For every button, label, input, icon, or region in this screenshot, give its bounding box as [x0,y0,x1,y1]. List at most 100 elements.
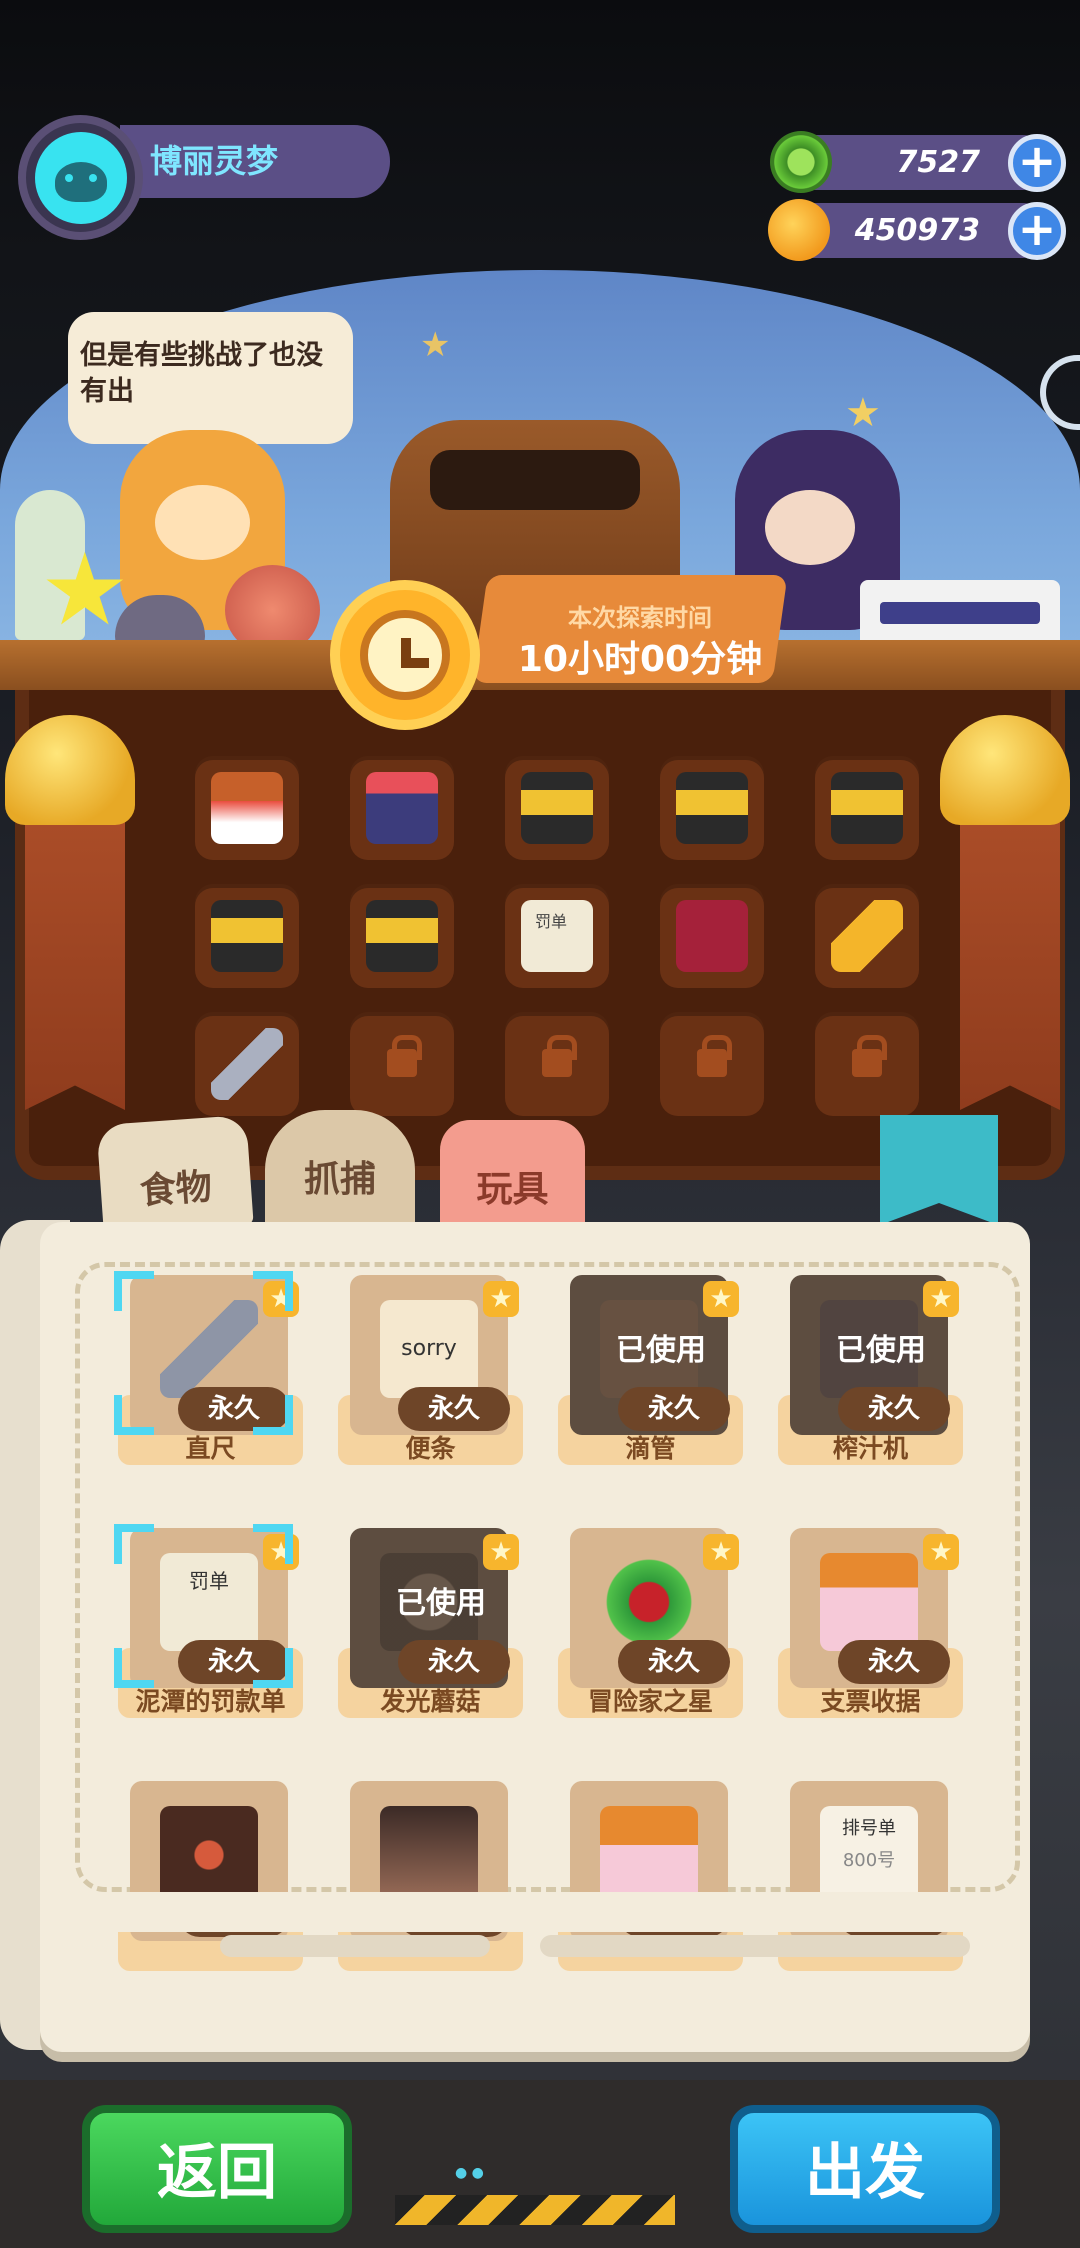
backpack-slot[interactable] [815,756,919,860]
selection-corner [114,1395,154,1435]
envelope-icon [600,1806,698,1904]
tab-food[interactable]: 食物 [96,1114,254,1236]
used-status: 已使用 [396,1586,486,1621]
lock-icon [852,1035,887,1077]
portrait-card-icon [380,1806,478,1904]
star-decoration-icon: ★ [420,325,451,365]
gem-amount: 7527 [896,145,981,180]
coin-amount: 450973 [854,213,980,248]
inventory-item-card[interactable]: 发光蘑菇 已使用 永久 ★ [338,1528,523,1733]
selection-corner [253,1395,293,1435]
add-gems-button[interactable]: + [1008,134,1066,192]
tab-capture[interactable]: 抓捕 [265,1110,415,1235]
backpack-slot [350,1012,454,1116]
lock-icon [387,1035,422,1077]
adventurer-star-icon [600,1553,698,1651]
queue-ticket-number: 800号 [842,1850,896,1871]
ticket-word: 罚单 [189,1569,229,1593]
ruler-icon [160,1300,258,1398]
forbidden-box-icon [160,1806,258,1904]
inventory-item-card[interactable]: 直尺 永久 ★ [114,1271,303,1480]
ticket-document-icon: 罚单 [521,900,593,972]
forever-badge: 永久 [398,1640,510,1684]
tab-capture-label: 抓捕 [303,1159,376,1200]
star-rank-icon: ★ [923,1534,959,1570]
used-status: 已使用 [616,1333,706,1368]
inventory-item-card[interactable]: 泥潭的罚款单 罚单 永久 ★ [114,1524,303,1733]
backpack-slot[interactable] [195,1012,299,1116]
tab-food-label: 食物 [138,1166,214,1213]
star-rank-icon: ★ [703,1534,739,1570]
selection-corner [114,1524,154,1564]
inventory-item-card[interactable]: 便条 sorry 永久 ★ [338,1275,523,1480]
toolbox-icon [366,900,438,972]
star-rank-icon: ★ [483,1534,519,1570]
star-rank-icon: ★ [923,1281,959,1317]
depart-button[interactable]: 出发 [730,2105,1000,2233]
check-receipt-icon [820,1553,918,1651]
backpack-slot[interactable] [660,884,764,988]
selection-corner [253,1524,293,1564]
flashlight-icon [831,900,903,972]
ticket-word: 罚单 [535,912,568,931]
speech-text: 但是有些挑战了也没有出 [80,340,323,407]
backpack-slot[interactable] [815,884,919,988]
selection-corner [253,1648,293,1688]
backpack-slot[interactable] [350,884,454,988]
queue-ticket-icon: 排号单 800号 [820,1806,918,1904]
used-status: 已使用 [836,1333,926,1368]
fine-ticket-icon: 罚单 [160,1553,258,1651]
selection-corner [253,1271,293,1311]
toolbox-icon [831,772,903,844]
planet-coin-icon [768,199,830,261]
speech-bubble: 但是有些挑战了也没有出 [68,312,353,444]
red-pouch-icon [676,900,748,972]
selection-corner [114,1271,154,1311]
inventory-scroll-mask [75,1892,1020,1932]
player-avatar[interactable] [18,115,143,240]
back-button[interactable]: 返回 [82,2105,352,2233]
backpack-slot[interactable] [350,756,454,860]
hazard-stripe [395,2195,675,2225]
peeking-eyes-icon: ● ● [455,2165,484,2181]
selection-corner [114,1648,154,1688]
backpack-slot[interactable]: 罚单 [505,884,609,988]
toolbox-icon [676,772,748,844]
back-button-label: 返回 [157,2138,277,2208]
star-decoration-icon: ★ [845,390,881,436]
blurred-hint-text [220,1935,490,1957]
inventory-item-card[interactable]: 滴管 已使用 永久 ★ [558,1275,743,1480]
inventory-item-card[interactable]: 支票收据 永久 ★ [778,1528,963,1733]
backpack-slot [505,1012,609,1116]
sorry-note-icon: sorry [380,1300,478,1398]
bookmark-ribbon-icon[interactable] [880,1115,998,1225]
inventory-item-card[interactable]: 冒险家之星 永久 ★ [558,1528,743,1733]
donut-gem-icon [770,131,832,193]
lock-icon [542,1035,577,1077]
lock-icon [697,1035,732,1077]
plus-icon: + [1017,202,1057,256]
tab-toy[interactable]: 玩具 [440,1120,585,1230]
player-name-plate: 博丽灵梦 [120,125,390,198]
backpack-slot [815,1012,919,1116]
note-word: sorry [401,1336,457,1361]
star-rank-icon: ★ [483,1281,519,1317]
queue-ticket-title: 排号单 [842,1818,896,1839]
exploration-time-label: 本次探索时间 [568,604,712,632]
backpack-slot[interactable] [660,756,764,860]
toolbox-icon [211,900,283,972]
inventory-item-card[interactable]: 榨汁机 已使用 永久 ★ [778,1275,963,1480]
backpack-slot [660,1012,764,1116]
game-screen: { "player":{"name":"博丽灵梦"}, "currency":{… [0,0,1080,2248]
depart-button-label: 出发 [805,2138,925,2208]
add-coins-button[interactable]: + [1008,202,1066,260]
forever-badge: 永久 [398,1387,510,1431]
forever-badge: 永久 [618,1387,730,1431]
backpack-slot[interactable] [505,756,609,860]
player-name: 博丽灵梦 [150,142,279,180]
backpack-slot[interactable] [195,884,299,988]
star-rank-icon: ★ [703,1281,739,1317]
fried-chicken-bucket-icon [211,772,283,844]
backpack-slot[interactable] [195,756,299,860]
blurred-hint-text [540,1935,970,1957]
